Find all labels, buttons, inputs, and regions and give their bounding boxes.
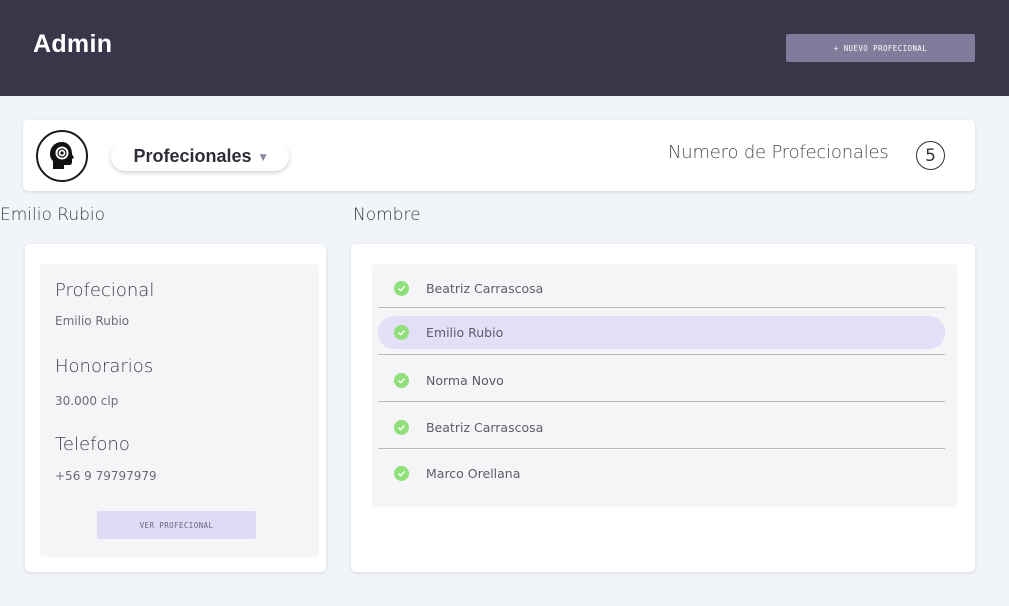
list-item[interactable]: Beatriz Carrascosa <box>378 272 945 305</box>
check-circle-icon <box>394 420 409 435</box>
professional-detail-card: Profecional Emilio Rubio Honorarios 30.0… <box>25 244 326 572</box>
professional-count-badge: 5 <box>916 141 945 170</box>
fees-value: 30.000 clp <box>55 394 119 408</box>
fees-label: Honorarios <box>55 356 154 377</box>
view-professional-button[interactable]: VER PROFECIONAL <box>97 511 256 539</box>
divider <box>378 307 945 308</box>
professional-label: Profecional <box>55 280 155 301</box>
professional-count-label: Numero de Profecionales <box>668 142 889 163</box>
list-item-selected[interactable]: Emilio Rubio <box>378 316 945 349</box>
list-item-name: Emilio Rubio <box>426 325 504 340</box>
list-section-title: Nombre <box>353 205 421 225</box>
list-item-name: Beatriz Carrascosa <box>426 420 544 435</box>
list-item[interactable]: Beatriz Carrascosa <box>378 411 945 444</box>
list-item[interactable]: Marco Orellana <box>378 457 945 490</box>
category-dropdown[interactable]: Profecionales ▼ <box>111 142 289 171</box>
chevron-down-icon: ▼ <box>259 153 267 163</box>
detail-panel: Profecional Emilio Rubio Honorarios 30.0… <box>40 264 319 557</box>
professional-value: Emilio Rubio <box>55 314 130 328</box>
toolbar-card: Profecionales ▼ Numero de Profecionales … <box>23 120 975 191</box>
list-item-name: Norma Novo <box>426 373 504 388</box>
phone-value: +56 9 79797979 <box>55 469 157 483</box>
list-item[interactable]: Norma Novo <box>378 364 945 397</box>
app-title: Admin <box>33 30 113 58</box>
top-bar: Admin + NUEVO PROFECIONAL <box>0 0 1009 96</box>
divider <box>378 448 945 449</box>
phone-label: Telefono <box>55 434 130 455</box>
professional-list-card: Beatriz Carrascosa Emilio Rubio Norma No… <box>351 244 975 572</box>
list-item-name: Beatriz Carrascosa <box>426 281 544 296</box>
new-professional-button[interactable]: + NUEVO PROFECIONAL <box>786 34 975 62</box>
detail-section-title: Emilio Rubio <box>0 205 106 225</box>
check-circle-icon <box>394 325 409 340</box>
check-circle-icon <box>394 466 409 481</box>
check-circle-icon <box>394 281 409 296</box>
divider <box>378 354 945 355</box>
list-item-name: Marco Orellana <box>426 466 521 481</box>
check-circle-icon <box>394 373 409 388</box>
dropdown-label: Profecionales <box>133 146 252 166</box>
divider <box>378 401 945 402</box>
professional-list: Beatriz Carrascosa Emilio Rubio Norma No… <box>372 264 957 507</box>
head-profile-icon <box>36 130 88 182</box>
